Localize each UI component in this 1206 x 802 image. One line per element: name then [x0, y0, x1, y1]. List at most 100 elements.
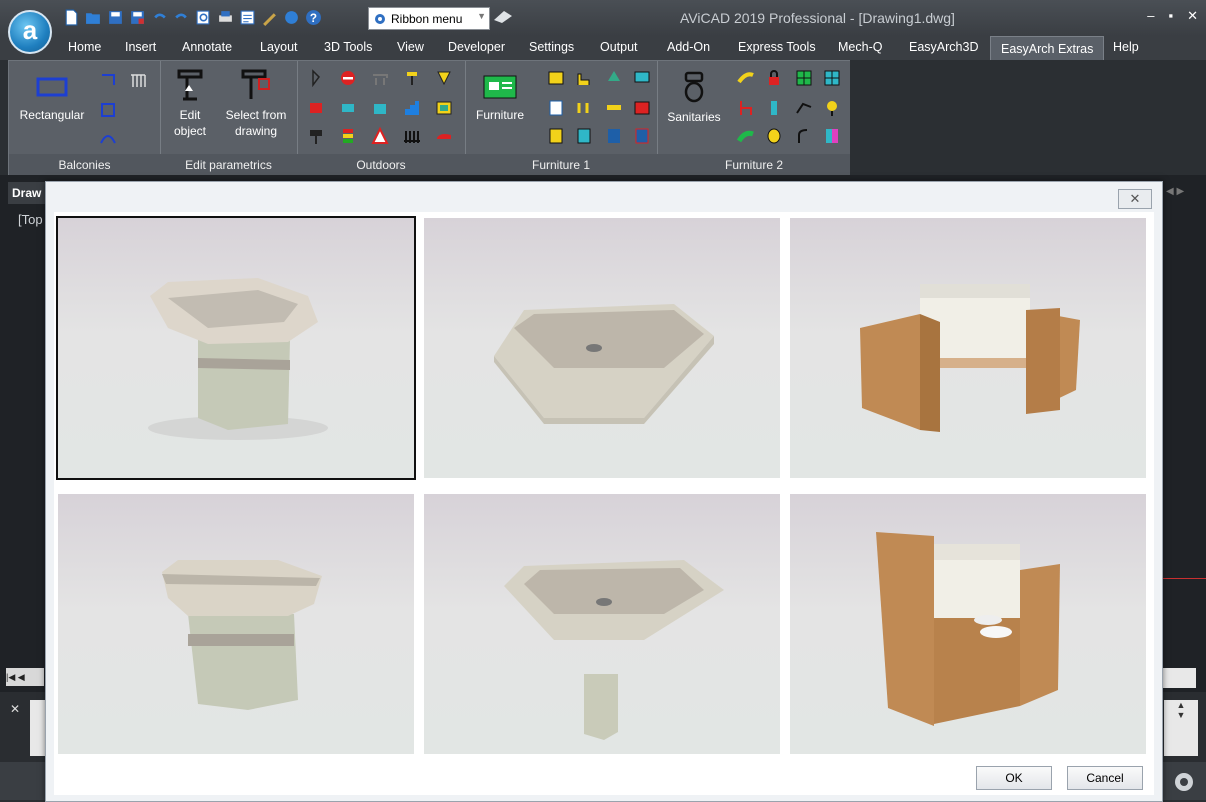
customize-qat-icon[interactable]	[492, 8, 514, 26]
tab-3d-tools[interactable]: 3D Tools	[324, 40, 372, 54]
shelf-icon[interactable]	[605, 99, 623, 117]
dialog-close-button[interactable]: ✕	[1118, 189, 1152, 209]
new-file-icon[interactable]	[62, 8, 80, 26]
thumbnail-washbasin-wall[interactable]	[424, 218, 780, 478]
app-logo[interactable]: a	[8, 10, 52, 54]
lamp-icon[interactable]	[823, 99, 841, 117]
grid-green-icon[interactable]	[795, 69, 813, 87]
tab-home[interactable]: Home	[68, 40, 101, 54]
mailbox-icon[interactable]	[307, 127, 325, 145]
sofa-icon[interactable]	[737, 69, 755, 87]
thumbnail-washbasin-pedestal[interactable]	[56, 216, 416, 480]
layout-tab-nav[interactable]: |◀ ◀	[6, 668, 44, 686]
chair-icon[interactable]	[575, 69, 593, 87]
thumbnail-vanity-cabinet[interactable]	[790, 218, 1146, 478]
cancel-button[interactable]: Cancel	[1067, 766, 1143, 790]
match-properties-icon[interactable]	[260, 8, 278, 26]
curved-balcony-icon[interactable]	[99, 129, 117, 147]
edit-object-button[interactable]: Edit object	[164, 69, 216, 139]
fence-icon[interactable]	[403, 127, 421, 145]
wardrobe-icon[interactable]	[547, 99, 565, 117]
warning-sign-icon[interactable]	[371, 126, 389, 145]
planter-icon[interactable]	[371, 99, 389, 117]
tab-developer[interactable]: Developer	[448, 40, 505, 54]
open-folder-icon[interactable]	[84, 8, 102, 26]
tab-express-tools[interactable]: Express Tools	[738, 40, 816, 54]
layer-icon[interactable]	[282, 8, 300, 26]
plant-icon[interactable]	[605, 69, 623, 87]
save-icon[interactable]	[106, 8, 124, 26]
properties-icon[interactable]	[238, 8, 256, 26]
document-tab[interactable]: Draw	[8, 182, 48, 204]
table-outdoor-icon[interactable]	[339, 99, 357, 117]
tab-insert[interactable]: Insert	[125, 40, 156, 54]
locker-icon[interactable]	[823, 127, 841, 145]
minimize-button[interactable]: –	[1147, 8, 1154, 24]
rectangular-balcony-button[interactable]: Rectangular	[17, 73, 87, 123]
tab-settings[interactable]: Settings	[529, 40, 574, 54]
desk-icon[interactable]	[633, 99, 651, 117]
coat-hook-icon[interactable]	[795, 127, 813, 145]
close-command-icon[interactable]: ✕	[10, 702, 20, 716]
tab-output[interactable]: Output	[600, 40, 638, 54]
cabinet-icon[interactable]	[575, 127, 593, 145]
pool-icon[interactable]	[435, 99, 453, 117]
kitchen-icon[interactable]	[547, 69, 565, 87]
maximize-button[interactable]: ▪	[1168, 8, 1173, 24]
square-balcony-icon[interactable]	[99, 101, 117, 119]
chair-outdoor-icon[interactable]	[307, 99, 325, 117]
tab-help[interactable]: Help	[1113, 40, 1139, 54]
tab-easyarch-extras[interactable]: EasyArch Extras	[990, 36, 1105, 61]
undo-icon[interactable]	[150, 8, 168, 26]
tab-annotate[interactable]: Annotate	[182, 40, 232, 54]
bench-icon[interactable]	[371, 69, 389, 87]
traffic-light-icon[interactable]	[339, 127, 357, 145]
tab-view[interactable]: View	[397, 40, 424, 54]
workspace-select[interactable]: Ribbon menu ▼	[368, 7, 490, 30]
steps-icon[interactable]	[403, 99, 421, 117]
settings-gear-icon[interactable]	[1170, 768, 1202, 796]
tab-easyarch3d[interactable]: EasyArch3D	[909, 40, 978, 54]
thumbnail-vanity-double[interactable]	[790, 494, 1146, 754]
furniture-button[interactable]: Furniture	[471, 73, 529, 123]
stool-icon[interactable]	[765, 99, 783, 117]
rectangular-balcony-icon	[36, 77, 68, 97]
tab-mech-q[interactable]: Mech-Q	[838, 40, 882, 54]
thumbnail-wc-pedestal[interactable]	[58, 494, 414, 754]
redo-icon[interactable]	[172, 8, 190, 26]
grid-cyan-icon[interactable]	[823, 69, 841, 87]
piano-icon[interactable]	[575, 99, 593, 117]
select-from-drawing-button[interactable]: Select from drawing	[218, 69, 294, 139]
save-as-icon[interactable]	[128, 8, 146, 26]
tab-add-on[interactable]: Add-On	[667, 40, 710, 54]
thumbnail-washbasin-column[interactable]	[424, 494, 780, 754]
tv-icon[interactable]	[633, 69, 651, 87]
fountain-icon[interactable]	[435, 69, 453, 87]
bed-icon[interactable]	[736, 127, 755, 145]
lock-icon[interactable]	[765, 69, 783, 87]
no-entry-sign-icon[interactable]	[339, 69, 357, 87]
command-scrollbar[interactable]: ▲ ▼	[1164, 700, 1198, 756]
view-label[interactable]: [Top	[18, 212, 43, 227]
furniture-2-group-label: Furniture 2	[657, 154, 851, 176]
safe-icon[interactable]	[633, 127, 651, 145]
street-lamp-icon[interactable]	[403, 69, 421, 87]
close-button[interactable]: ✕	[1187, 8, 1198, 24]
tab-layout[interactable]: Layout	[260, 40, 298, 54]
railing-icon[interactable]	[129, 71, 147, 89]
help-icon[interactable]: ?	[304, 8, 322, 26]
tree-icon[interactable]	[307, 69, 325, 88]
car-icon[interactable]	[435, 127, 453, 145]
barrel-icon[interactable]	[765, 127, 783, 145]
print-preview-icon[interactable]	[194, 8, 212, 26]
armchair-icon[interactable]	[795, 99, 813, 117]
tab-scroll-arrows[interactable]: ◀ ▶	[1166, 186, 1184, 197]
plot-icon[interactable]	[216, 8, 234, 26]
sanitaries-button[interactable]: Sanitaries	[661, 71, 727, 125]
horizontal-scrollbar[interactable]	[1162, 668, 1196, 688]
ok-button[interactable]: OK	[976, 766, 1052, 790]
l-balcony-icon[interactable]	[99, 71, 117, 89]
door-panel-icon[interactable]	[605, 127, 623, 145]
dining-chair-icon[interactable]	[737, 99, 755, 117]
bookcase-icon[interactable]	[547, 127, 565, 145]
